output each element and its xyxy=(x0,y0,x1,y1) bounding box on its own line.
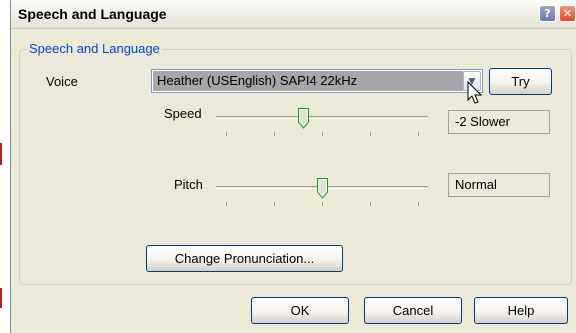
pitch-value: Normal xyxy=(448,173,550,197)
try-button[interactable]: Try xyxy=(489,68,552,95)
close-icon[interactable]: ✕ xyxy=(559,5,576,22)
pitch-tick xyxy=(418,202,419,206)
speed-tick xyxy=(322,132,323,136)
change-pronunciation-button[interactable]: Change Pronunciation... xyxy=(146,245,343,272)
title-bar[interactable]: Speech and Language ? ✕ xyxy=(11,0,576,29)
group-label: Speech and Language xyxy=(27,41,162,56)
pitch-tick xyxy=(226,202,227,206)
speed-tick xyxy=(418,132,419,136)
speed-value: -2 Slower xyxy=(448,110,550,134)
speed-tick xyxy=(274,132,275,136)
help-button[interactable]: Help xyxy=(474,297,568,324)
edge-mark xyxy=(0,143,2,165)
pitch-tick xyxy=(322,202,323,206)
pitch-slider[interactable] xyxy=(216,178,428,208)
pitch-label: Pitch xyxy=(174,177,203,192)
help-icon[interactable]: ? xyxy=(539,5,556,22)
window-title: Speech and Language xyxy=(18,6,167,22)
cancel-button[interactable]: Cancel xyxy=(364,297,462,324)
pitch-tick xyxy=(370,202,371,206)
speed-label: Speed xyxy=(164,106,202,121)
voice-selected-value: Heather (USEnglish) SAPI4 22kHz xyxy=(153,71,463,91)
voice-label: Voice xyxy=(46,74,78,89)
mouse-cursor-icon xyxy=(467,80,483,104)
speech-language-dialog: Speech and Language ? ✕ Speech and Langu… xyxy=(10,0,576,333)
pitch-thumb[interactable] xyxy=(317,178,328,199)
ok-button-label: OK xyxy=(290,303,310,318)
voice-dropdown[interactable]: Heather (USEnglish) SAPI4 22kHz ▼ xyxy=(151,69,483,93)
speed-slider[interactable] xyxy=(216,108,428,138)
pitch-tick xyxy=(274,202,275,206)
speed-thumb[interactable] xyxy=(297,108,309,129)
edge-mark xyxy=(0,288,2,308)
speed-track xyxy=(216,116,428,119)
try-button-label: Try xyxy=(511,74,530,89)
change-pronunciation-label: Change Pronunciation... xyxy=(174,251,315,266)
speed-tick xyxy=(226,132,227,136)
ok-button[interactable]: OK xyxy=(251,297,349,324)
help-button-label: Help xyxy=(507,303,535,318)
speed-tick xyxy=(370,132,371,136)
cancel-button-label: Cancel xyxy=(392,303,434,318)
